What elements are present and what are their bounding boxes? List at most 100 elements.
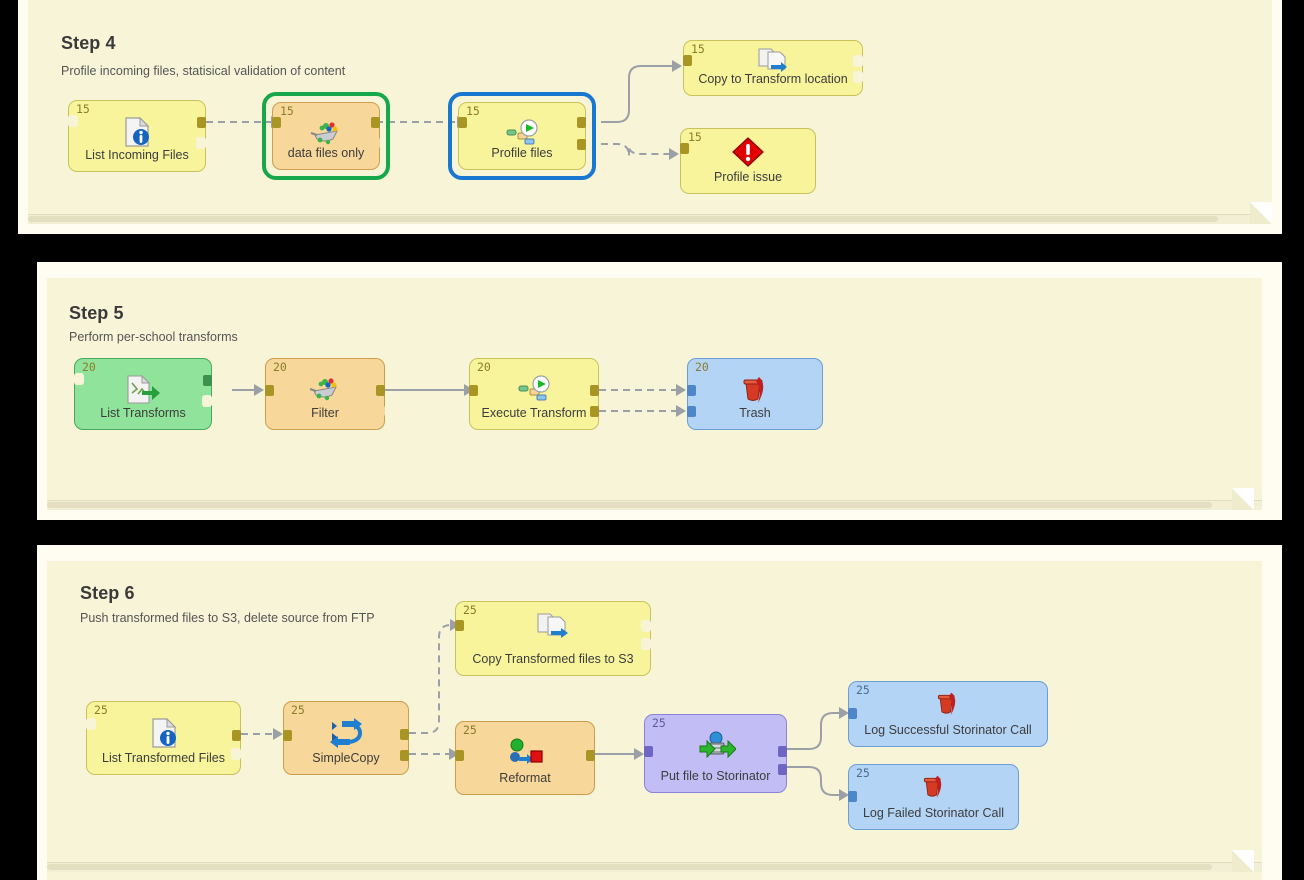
trash-icon: [739, 373, 771, 407]
port-out[interactable]: [376, 385, 385, 396]
step4-title: Step 4: [61, 33, 116, 53]
node-badge: 15: [76, 102, 90, 116]
port-in[interactable]: [455, 750, 464, 761]
node-list-transforms[interactable]: 20 List Transforms: [74, 358, 212, 430]
step4-subtitle: Profile incoming files, statisical valid…: [61, 64, 346, 78]
node-label: List Transformed Files: [102, 751, 225, 765]
node-log-failed-storinator-call[interactable]: 25 Log Failed Storinator Call: [848, 764, 1019, 830]
node-badge: 15: [688, 130, 702, 144]
port-out-optional-1[interactable]: [853, 55, 863, 67]
node-trash[interactable]: 20 Trash: [687, 358, 823, 430]
node-list-transformed-files[interactable]: 25 List Transformed Files: [86, 701, 241, 775]
port-out[interactable]: [203, 375, 212, 386]
file-info-icon: [149, 716, 179, 750]
step6-subtitle: Push transformed files to S3, delete sou…: [80, 611, 375, 625]
file-info-icon: [122, 115, 152, 149]
port-out[interactable]: [232, 730, 241, 741]
step5-resize-grip[interactable]: [1232, 488, 1254, 510]
node-badge: 20: [82, 360, 96, 374]
node-label: List Incoming Files: [85, 148, 189, 162]
node-label: List Transforms: [100, 406, 186, 420]
port-in-optional[interactable]: [86, 718, 96, 730]
port-out-1[interactable]: [778, 746, 787, 757]
filter-funnel-icon: [308, 373, 342, 407]
port-in[interactable]: [644, 746, 653, 757]
port-in[interactable]: [683, 55, 692, 66]
node-log-successful-storinator-call[interactable]: 25 Log Successful Storinator Call: [848, 681, 1048, 747]
node-label: Trash: [739, 406, 771, 420]
port-out-optional-1[interactable]: [641, 620, 651, 632]
step6-canvas[interactable]: Step 6 Push transformed files to S3, del…: [47, 561, 1262, 880]
port-out[interactable]: [586, 750, 595, 761]
node-badge: 20: [695, 360, 709, 374]
node-label: Execute Transform: [481, 406, 587, 420]
step5-connectors: [232, 384, 686, 417]
scrollbar-thumb[interactable]: [47, 864, 1212, 870]
node-label: data files only: [287, 146, 365, 160]
node-execute-transform[interactable]: 20 Execute Transform: [469, 358, 599, 430]
node-put-file-to-storinator[interactable]: 25 Put file to Storinator: [644, 714, 787, 793]
node-label: Reformat: [499, 771, 551, 785]
port-in[interactable]: [848, 708, 857, 719]
scrollbar-thumb[interactable]: [28, 216, 1218, 222]
node-profile-files[interactable]: 15 Profile files: [458, 102, 586, 170]
upload-server-icon: [696, 729, 736, 763]
port-in[interactable]: [283, 730, 292, 741]
step6-horizontal-scrollbar[interactable]: [47, 862, 1262, 872]
node-badge: 25: [463, 603, 477, 617]
trash-icon: [919, 773, 949, 801]
node-badge: 15: [691, 42, 705, 56]
port-in[interactable]: [272, 117, 281, 128]
node-reformat[interactable]: 25 Reformat: [455, 721, 595, 795]
list-arrow-icon: [125, 373, 161, 407]
node-badge: 25: [463, 723, 477, 737]
port-in[interactable]: [680, 143, 689, 154]
port-out[interactable]: [197, 117, 206, 128]
port-in[interactable]: [265, 385, 274, 396]
node-label: Filter: [311, 406, 339, 420]
port-in-1[interactable]: [687, 385, 696, 396]
step4-connectors: [206, 60, 682, 160]
node-list-incoming-files[interactable]: 15 List Incoming Files: [68, 100, 206, 172]
port-in[interactable]: [469, 385, 478, 396]
node-badge: 25: [652, 716, 666, 730]
port-out-1[interactable]: [400, 729, 409, 740]
node-label: Profile files: [491, 146, 553, 160]
step5-subtitle: Perform per-school transforms: [69, 330, 238, 344]
port-out-1[interactable]: [590, 385, 599, 396]
step4-canvas[interactable]: Step 4 Profile incoming files, statisica…: [28, 0, 1272, 224]
node-filter[interactable]: 20 Filter: [265, 358, 385, 430]
node-label: Put file to Storinator: [660, 769, 771, 783]
node-label: Log Failed Storinator Call: [862, 806, 1005, 820]
node-label: Copy to Transform location: [698, 72, 848, 86]
node-label: SimpleCopy: [312, 751, 380, 765]
node-label: Copy Transformed files to S3: [472, 652, 634, 666]
port-in-optional[interactable]: [68, 115, 78, 127]
node-badge: 25: [291, 703, 305, 717]
node-badge: 15: [280, 104, 294, 118]
execute-play-icon: [516, 373, 552, 407]
port-out-optional-2[interactable]: [641, 638, 651, 650]
port-in-optional[interactable]: [74, 373, 84, 385]
step4-horizontal-scrollbar[interactable]: [28, 214, 1272, 224]
node-copy-to-transform-location[interactable]: 15 Copy to Transform location: [683, 40, 863, 96]
port-out[interactable]: [371, 117, 380, 128]
port-in[interactable]: [458, 117, 467, 128]
node-data-files-only[interactable]: 15 data files only: [272, 102, 380, 170]
step5-canvas[interactable]: Step 5 Perform per-school transforms 20: [47, 278, 1262, 510]
scrollbar-thumb[interactable]: [47, 502, 1212, 508]
trash-icon: [933, 690, 963, 718]
step5-horizontal-scrollbar[interactable]: [47, 500, 1262, 510]
step4-resize-grip[interactable]: [1250, 202, 1272, 224]
port-out-1[interactable]: [577, 117, 586, 128]
node-copy-transformed-files-to-s3[interactable]: 25 Copy Transformed files to S3: [455, 601, 651, 676]
node-profile-issue[interactable]: 15 Profile issue: [680, 128, 816, 194]
step5-title: Step 5: [69, 303, 124, 323]
error-diamond-icon: [732, 137, 764, 167]
port-in[interactable]: [848, 791, 857, 802]
step6-resize-grip[interactable]: [1232, 850, 1254, 872]
node-simplecopy[interactable]: 25 SimpleCopy: [283, 701, 409, 775]
node-badge: 25: [94, 703, 108, 717]
port-in[interactable]: [455, 620, 464, 631]
node-badge: 20: [477, 360, 491, 374]
